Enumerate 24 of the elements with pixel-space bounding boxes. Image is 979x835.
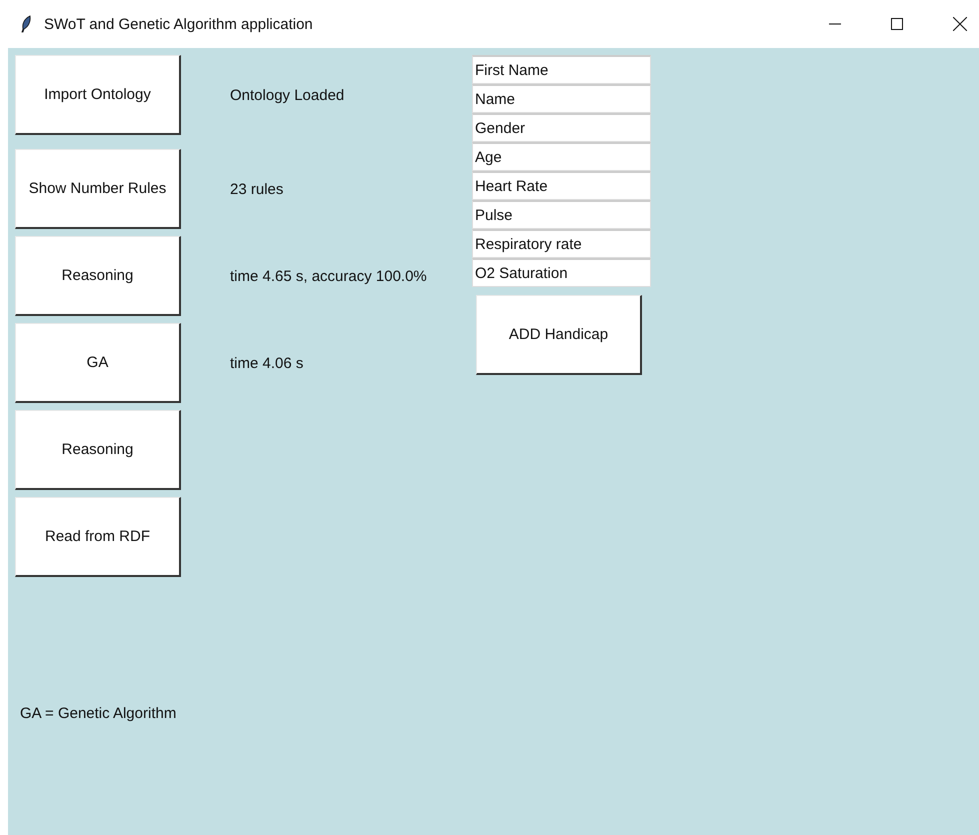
- status-text: time 4.65 s, accuracy 100.0%: [230, 268, 427, 284]
- input-field[interactable]: Heart Rate: [472, 171, 651, 200]
- add-handicap-button[interactable]: ADD Handicap: [476, 295, 642, 375]
- input-field[interactable]: Respiratory rate: [472, 229, 651, 258]
- status-text: Ontology Loaded: [230, 86, 344, 104]
- window-title: SWoT and Genetic Algorithm application: [44, 16, 313, 32]
- feather-icon: [20, 15, 32, 33]
- status-text: 23 rules: [230, 180, 284, 198]
- close-icon[interactable]: [953, 17, 967, 31]
- input-field[interactable]: Name: [472, 84, 651, 113]
- action-button[interactable]: Show Number Rules: [15, 149, 181, 229]
- input-field[interactable]: Pulse: [472, 200, 651, 229]
- action-button[interactable]: GA: [15, 323, 181, 403]
- input-field[interactable]: O2 Saturation: [472, 258, 651, 287]
- action-button[interactable]: Import Ontology: [15, 55, 181, 135]
- footnote-text: GA = Genetic Algorithm: [19, 705, 178, 722]
- action-button[interactable]: Read from RDF: [15, 497, 181, 577]
- input-field[interactable]: First Name: [472, 55, 651, 84]
- action-button[interactable]: Reasoning: [15, 410, 181, 490]
- action-button[interactable]: Reasoning: [15, 236, 181, 316]
- maximize-icon[interactable]: [891, 18, 903, 30]
- status-text: time 4.06 s: [230, 354, 304, 372]
- input-field[interactable]: Age: [472, 142, 651, 171]
- input-field[interactable]: Gender: [472, 113, 651, 142]
